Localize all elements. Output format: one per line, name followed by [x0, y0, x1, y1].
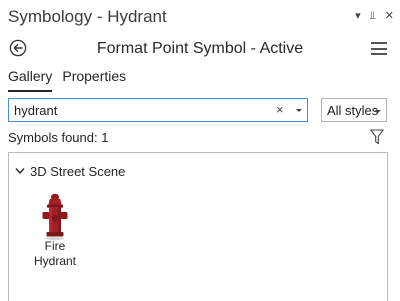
style-filter-value: All styles — [327, 103, 379, 118]
search-box: × — [8, 98, 308, 122]
chevron-down-icon[interactable] — [295, 104, 303, 116]
menu-icon[interactable] — [371, 42, 387, 55]
tab-properties[interactable]: Properties — [62, 68, 126, 92]
search-input[interactable] — [14, 102, 264, 118]
pin-icon[interactable]: ⫫ — [370, 9, 376, 23]
group-label: 3D Street Scene — [30, 163, 126, 179]
symbol-label-line: Fire — [44, 239, 66, 253]
pane-title: Symbology - Hydrant — [8, 7, 167, 26]
pane-header: Format Point Symbol - Active — [0, 36, 400, 64]
symbols-found-count: Symbols found: 1 — [8, 130, 109, 145]
fire-hydrant-icon — [42, 193, 68, 241]
clear-search-icon[interactable]: × — [276, 102, 284, 118]
tab-gallery[interactable]: Gallery — [8, 68, 53, 92]
symbol-gallery: 3D Street Scene Fire Hydrant — [8, 152, 388, 301]
header-title: Format Point Symbol - Active — [96, 40, 304, 57]
filter-icon[interactable] — [370, 129, 384, 145]
options-dropdown-icon[interactable]: ▾ — [355, 9, 361, 23]
group-header[interactable]: 3D Street Scene — [15, 162, 125, 180]
chevron-down-icon — [375, 110, 381, 113]
chevron-down-icon — [15, 168, 25, 175]
window-controls: ▾ ⫫ ✕ — [355, 9, 394, 23]
symbol-label-line: Hydrant — [33, 254, 77, 268]
close-icon[interactable]: ✕ — [385, 9, 394, 23]
pane-titlebar: Symbology - Hydrant ▾ ⫫ ✕ — [0, 0, 400, 36]
symbol-label: Fire Hydrant — [23, 239, 87, 269]
symbol-tile-fire-hydrant[interactable]: Fire Hydrant — [23, 193, 87, 275]
tab-bar: Gallery Properties — [8, 68, 126, 92]
style-filter-select[interactable]: All styles — [321, 98, 387, 122]
